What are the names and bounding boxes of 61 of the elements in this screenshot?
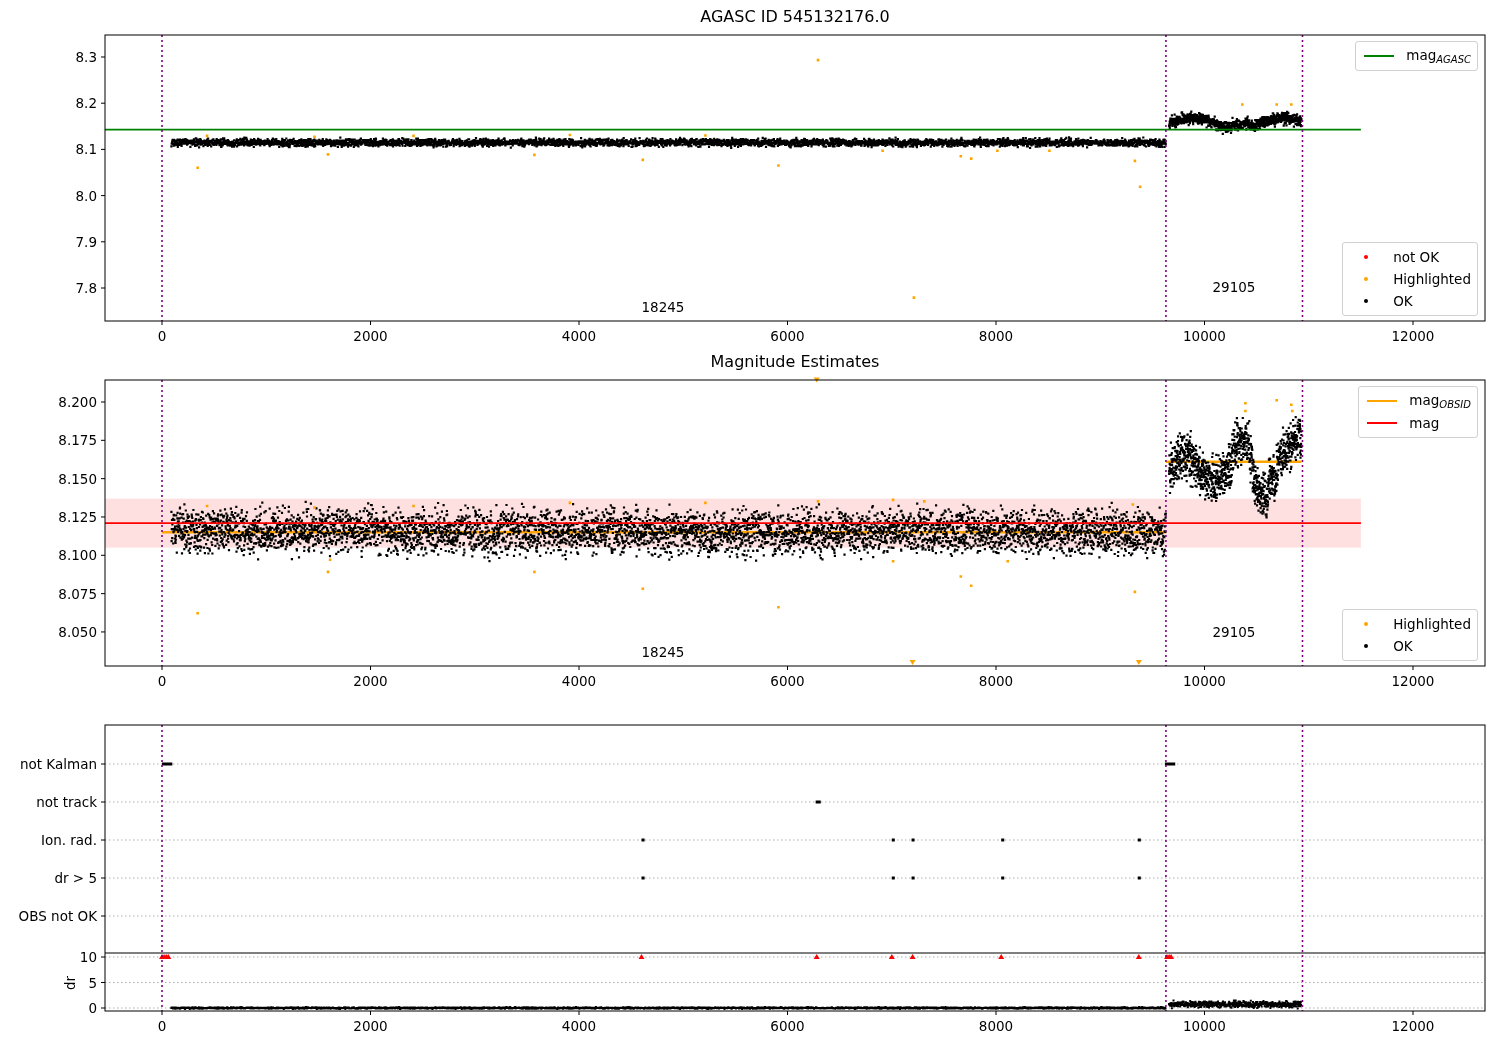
tick-label: 8.100 — [58, 547, 97, 564]
outlier-marker — [1135, 660, 1142, 665]
tick-label: 8.2 — [75, 95, 97, 112]
tick-label: 8.3 — [75, 49, 97, 65]
obsid-label: 29105 — [1212, 279, 1256, 295]
tick-label: dr > 5 — [54, 870, 97, 886]
tick-label: 7.9 — [75, 233, 97, 250]
tick-label: 6000 — [770, 1018, 805, 1034]
outlier-marker — [909, 660, 916, 665]
tick-label: 0 — [157, 673, 167, 689]
tick-label: 12000 — [1391, 673, 1435, 689]
tick-label: 8.125 — [58, 508, 97, 525]
tick-label: 2000 — [353, 328, 388, 344]
legend-label: Highlighted — [1393, 616, 1471, 632]
tick-label: 8.075 — [58, 585, 97, 602]
flag-marks — [815, 800, 821, 804]
tick-label: 8.0 — [75, 187, 97, 204]
legend-label: OK — [1393, 638, 1413, 654]
axis-label: dr — [62, 975, 78, 991]
tick-label: 10000 — [1183, 673, 1226, 689]
tick-label: 10 — [79, 949, 97, 965]
tick-label: 6000 — [770, 673, 805, 689]
tick-label: 7.8 — [75, 280, 97, 296]
tick-label: 10000 — [1183, 328, 1226, 344]
tick-label: 8.050 — [58, 623, 97, 640]
obsid-label: 18245 — [641, 644, 685, 660]
tick-label: 8000 — [978, 328, 1014, 344]
tick-label: 6000 — [770, 328, 805, 344]
tick-label: 4000 — [561, 1018, 597, 1034]
tick-label: 0 — [88, 1000, 97, 1016]
tick-label: 8.175 — [58, 432, 97, 449]
tick-label: 12000 — [1391, 328, 1435, 344]
plot-title: AGASC ID 545132176.0 — [700, 7, 890, 26]
tick-label: not track — [36, 794, 97, 810]
plot-title: Magnitude Estimates — [710, 352, 880, 371]
tick-label: 10000 — [1183, 1018, 1226, 1034]
tick-label: 8000 — [978, 1018, 1014, 1034]
tick-label: 2000 — [353, 1018, 388, 1034]
outlier-marker — [813, 377, 820, 383]
tick-label: not Kalman — [19, 756, 97, 772]
tick-label: 5 — [88, 974, 97, 991]
tick-label: OBS not OK — [18, 908, 97, 924]
legend-label: not OK — [1393, 249, 1440, 265]
tick-label: 0 — [157, 1018, 167, 1034]
legend-label: mag$_{AGASC}$ — [1406, 47, 1471, 65]
obsid-label: 29105 — [1212, 624, 1256, 640]
tick-label: 2000 — [353, 673, 388, 689]
tick-label: 4000 — [561, 673, 597, 689]
tick-label: 8.150 — [58, 470, 97, 487]
tick-label: Ion. rad. — [40, 832, 97, 848]
tick-label: 12000 — [1391, 1018, 1435, 1034]
legend-label: OK — [1393, 293, 1413, 309]
legend-label: mag — [1409, 415, 1440, 431]
legend-label: Highlighted — [1393, 271, 1471, 287]
tick-label: 8000 — [978, 673, 1014, 689]
tick-label: 0 — [157, 328, 167, 344]
obsid-label: 18245 — [641, 299, 685, 315]
tick-label: 8.1 — [75, 141, 97, 158]
tick-label: 4000 — [561, 328, 597, 344]
tick-label: 8.200 — [58, 394, 97, 410]
legend-label: mag$_{OBSID}$ — [1409, 392, 1471, 410]
